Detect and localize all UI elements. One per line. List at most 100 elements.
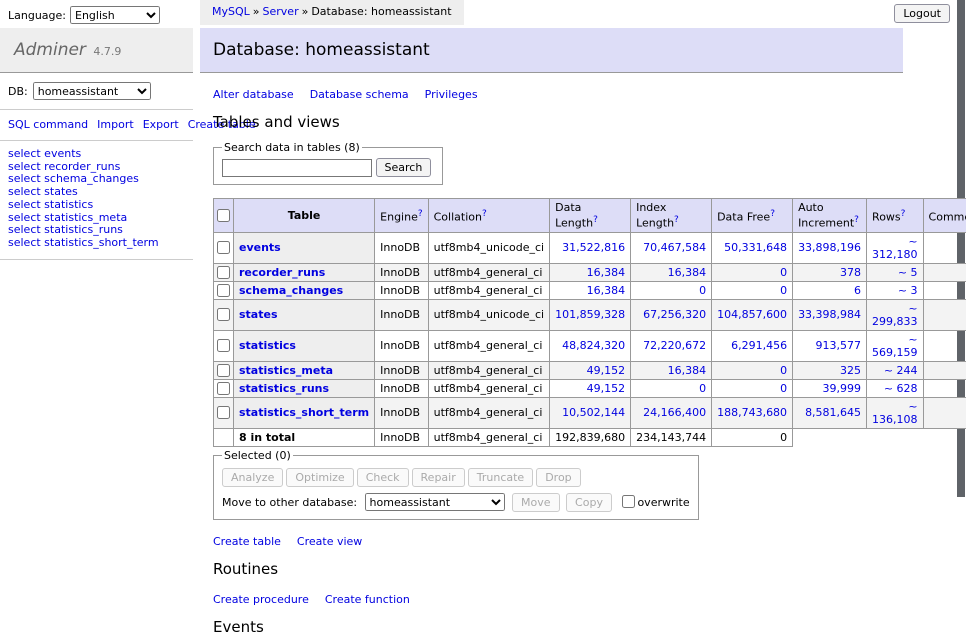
sidebar-action-import[interactable]: Import <box>97 118 134 131</box>
sidebar-select-link-events[interactable]: select events <box>8 147 81 160</box>
drop-button[interactable]: Drop <box>536 468 580 487</box>
overwrite-checkbox[interactable] <box>622 495 635 508</box>
data-length-link[interactable]: 48,824,320 <box>562 339 625 352</box>
auto-increment-link[interactable]: 33,398,984 <box>798 308 861 321</box>
select-all-checkbox[interactable] <box>217 209 230 222</box>
copy-button[interactable]: Copy <box>566 493 612 512</box>
rows-link[interactable]: ~ 312,180 <box>872 235 918 261</box>
sidebar-select-link-statistics_short_term[interactable]: select statistics_short_term <box>8 236 159 249</box>
repair-button[interactable]: Repair <box>412 468 465 487</box>
sidebar-select-link-recorder_runs[interactable]: select recorder_runs <box>8 160 120 173</box>
row-checkbox-statistics[interactable] <box>217 339 230 352</box>
data-free-link[interactable]: 0 <box>780 284 787 297</box>
create-link-create-view[interactable]: Create view <box>297 535 362 548</box>
table-name-link-statistics_runs[interactable]: statistics_runs <box>239 382 329 395</box>
auto-increment-link[interactable]: 913,577 <box>816 339 862 352</box>
cell-index_length: 0 <box>631 281 712 299</box>
table-name-link-recorder_runs[interactable]: recorder_runs <box>239 266 325 279</box>
search-input[interactable] <box>222 159 372 177</box>
routine-link-create-function[interactable]: Create function <box>325 593 410 606</box>
auto-increment-link[interactable]: 8,581,645 <box>805 406 861 419</box>
breadcrumb-link-server[interactable]: Server <box>263 5 299 18</box>
index-length-link[interactable]: 0 <box>699 284 706 297</box>
help-link-index-length[interactable]: ? <box>674 215 679 225</box>
help-link-collation[interactable]: ? <box>482 209 487 219</box>
db-link-privileges[interactable]: Privileges <box>425 88 478 101</box>
optimize-button[interactable]: Optimize <box>286 468 353 487</box>
sidebar-action-export[interactable]: Export <box>143 118 179 131</box>
data-length-link[interactable]: 49,152 <box>587 364 626 377</box>
sidebar-select-link-statistics[interactable]: select statistics <box>8 198 93 211</box>
rows-link[interactable]: ~ 244 <box>884 364 918 377</box>
row-checkbox-events[interactable] <box>217 241 230 254</box>
help-link-data-length[interactable]: ? <box>593 215 598 225</box>
row-checkbox-statistics_runs[interactable] <box>217 382 230 395</box>
help-link-rows[interactable]: ? <box>901 209 906 219</box>
sidebar-select-link-schema_changes[interactable]: select schema_changes <box>8 172 139 185</box>
create-link-create-table[interactable]: Create table <box>213 535 281 548</box>
sidebar-select-link-states[interactable]: select states <box>8 185 78 198</box>
truncate-button[interactable]: Truncate <box>468 468 533 487</box>
table-name-link-events[interactable]: events <box>239 241 281 254</box>
auto-increment-link[interactable]: 378 <box>840 266 861 279</box>
move-button[interactable]: Move <box>512 493 560 512</box>
auto-increment-link[interactable]: 325 <box>840 364 861 377</box>
rows-link[interactable]: ~ 628 <box>884 382 918 395</box>
table-name-link-schema_changes[interactable]: schema_changes <box>239 284 343 297</box>
db-link-database-schema[interactable]: Database schema <box>310 88 409 101</box>
help-link-engine[interactable]: ? <box>418 209 423 219</box>
data-free-link[interactable]: 104,857,600 <box>717 308 787 321</box>
auto-increment-link[interactable]: 39,999 <box>823 382 862 395</box>
help-link-auto-increment[interactable]: ? <box>854 215 859 225</box>
sidebar-action-sql-command[interactable]: SQL command <box>8 118 88 131</box>
move-database-select[interactable]: homeassistant <box>365 493 505 511</box>
db-select[interactable]: homeassistant <box>33 82 151 100</box>
rows-link[interactable]: ~ 569,159 <box>872 333 918 359</box>
row-checkbox-statistics_short_term[interactable] <box>217 406 230 419</box>
data-length-link[interactable]: 49,152 <box>587 382 626 395</box>
data-free-link[interactable]: 0 <box>780 266 787 279</box>
help-link-data-free[interactable]: ? <box>770 209 775 219</box>
rows-link[interactable]: ~ 136,108 <box>872 400 918 426</box>
index-length-link[interactable]: 70,467,584 <box>643 241 706 254</box>
routine-link-create-procedure[interactable]: Create procedure <box>213 593 309 606</box>
auto-increment-link[interactable]: 6 <box>854 284 861 297</box>
index-length-link[interactable]: 72,220,672 <box>643 339 706 352</box>
db-link-alter-database[interactable]: Alter database <box>213 88 294 101</box>
index-length-link[interactable]: 16,384 <box>668 266 707 279</box>
row-checkbox-schema_changes[interactable] <box>217 284 230 297</box>
index-length-link[interactable]: 67,256,320 <box>643 308 706 321</box>
data-length-link[interactable]: 16,384 <box>587 284 626 297</box>
table-name-link-statistics_short_term[interactable]: statistics_short_term <box>239 406 369 419</box>
data-free-link[interactable]: 0 <box>780 364 787 377</box>
check-button[interactable]: Check <box>357 468 409 487</box>
table-name-link-states[interactable]: states <box>239 308 278 321</box>
breadcrumb-link-mysql[interactable]: MySQL <box>212 5 250 18</box>
row-checkbox-states[interactable] <box>217 308 230 321</box>
data-length-link[interactable]: 101,859,328 <box>555 308 625 321</box>
table-name-link-statistics_meta[interactable]: statistics_meta <box>239 364 333 377</box>
rows-link[interactable]: ~ 299,833 <box>872 302 918 328</box>
data-free-link[interactable]: 6,291,456 <box>731 339 787 352</box>
sidebar-select-link-statistics_runs[interactable]: select statistics_runs <box>8 223 123 236</box>
language-select[interactable]: English <box>70 6 160 24</box>
total-collation-cell: utf8mb4_general_ci <box>428 428 549 446</box>
data-length-link[interactable]: 31,522,816 <box>562 241 625 254</box>
table-name-link-statistics[interactable]: statistics <box>239 339 296 352</box>
data-length-link[interactable]: 16,384 <box>587 266 626 279</box>
rows-link[interactable]: ~ 5 <box>898 266 918 279</box>
sidebar-select-link-statistics_meta[interactable]: select statistics_meta <box>8 211 127 224</box>
data-free-link[interactable]: 0 <box>780 382 787 395</box>
analyze-button[interactable]: Analyze <box>222 468 283 487</box>
row-checkbox-statistics_meta[interactable] <box>217 364 230 377</box>
rows-link[interactable]: ~ 3 <box>898 284 918 297</box>
index-length-link[interactable]: 24,166,400 <box>643 406 706 419</box>
auto-increment-link[interactable]: 33,898,196 <box>798 241 861 254</box>
search-button[interactable]: Search <box>376 158 432 177</box>
index-length-link[interactable]: 16,384 <box>668 364 707 377</box>
data-length-link[interactable]: 10,502,144 <box>562 406 625 419</box>
index-length-link[interactable]: 0 <box>699 382 706 395</box>
data-free-link[interactable]: 188,743,680 <box>717 406 787 419</box>
row-checkbox-recorder_runs[interactable] <box>217 266 230 279</box>
data-free-link[interactable]: 50,331,648 <box>724 241 787 254</box>
